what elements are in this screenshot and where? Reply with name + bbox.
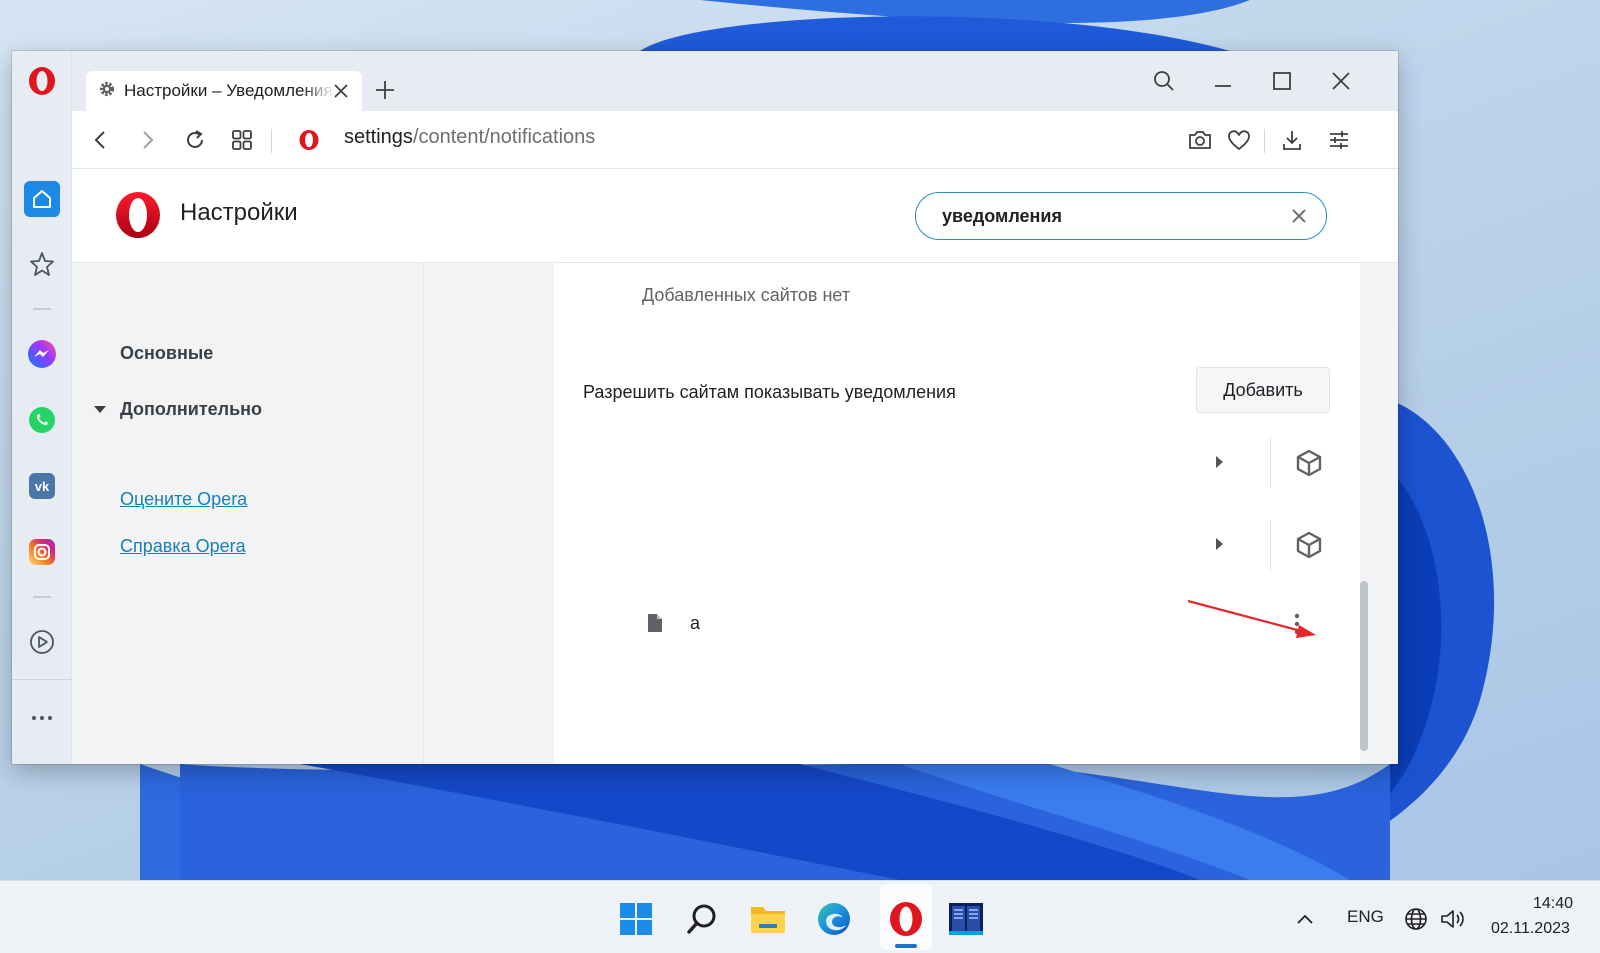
row-separator	[1270, 520, 1271, 570]
expand-arrow-icon[interactable]	[1216, 456, 1223, 468]
settings-header: Настройки	[72, 169, 1398, 263]
easy-setup-icon[interactable]	[1324, 125, 1354, 155]
triangle-down-icon	[94, 406, 106, 413]
sidebar-separator	[33, 596, 51, 598]
extension-cube-icon	[1294, 530, 1324, 565]
close-tab-icon[interactable]	[330, 80, 352, 102]
nav-item-advanced-label: Дополнительно	[120, 399, 263, 419]
language-indicator[interactable]: ENG	[1347, 907, 1384, 927]
search-icon[interactable]	[680, 897, 724, 941]
active-app-indicator	[895, 944, 917, 948]
opera-logo-icon	[114, 191, 162, 244]
opera-help-link[interactable]: Справка Opera	[120, 536, 246, 557]
url-host: settings	[344, 126, 413, 148]
minimize-button[interactable]	[1206, 65, 1240, 97]
camera-icon[interactable]	[1185, 125, 1215, 155]
settings-nav: Основные Дополнительно Оцените Opera Спр…	[72, 263, 424, 764]
windows-start-icon[interactable]	[614, 897, 658, 941]
gear-icon	[98, 80, 116, 103]
network-globe-icon[interactable]	[1401, 897, 1431, 941]
opera-site-icon[interactable]	[294, 125, 324, 155]
terminal-app-icon[interactable]	[944, 897, 988, 941]
page-title: Настройки	[180, 199, 298, 226]
url-field[interactable]: settings/content/notifications	[344, 126, 595, 149]
volume-icon[interactable]	[1437, 897, 1469, 941]
home-icon[interactable]	[12, 179, 72, 219]
notifications-content: Добавленных сайтов нет Разрешить сайтам …	[554, 263, 1360, 764]
rate-opera-link[interactable]: Оцените Opera	[120, 489, 247, 510]
opera-icon[interactable]	[884, 897, 928, 941]
more-icon[interactable]	[12, 703, 72, 733]
clear-search-icon[interactable]	[1288, 205, 1310, 227]
player-icon[interactable]	[12, 625, 72, 659]
sidebar-separator	[33, 308, 51, 310]
sidebar-divider	[12, 679, 72, 680]
address-bar: settings/content/notifications	[72, 111, 1398, 169]
extension-row[interactable]	[554, 515, 1360, 575]
opera-logo-icon[interactable]	[12, 63, 72, 99]
instagram-icon[interactable]	[12, 535, 72, 569]
site-name: a	[690, 613, 701, 633]
allow-notifications-label: Разрешить сайтам показывать уведомления	[583, 382, 956, 402]
vk-icon[interactable]: vk	[12, 469, 72, 503]
tabs-grid-icon[interactable]	[227, 125, 257, 155]
heart-icon[interactable]	[1224, 125, 1254, 155]
title-bar: Настройки – Уведомления	[72, 51, 1398, 111]
clock-time[interactable]: 14:40	[1533, 895, 1573, 913]
edge-icon[interactable]	[812, 897, 856, 941]
close-window-button[interactable]	[1324, 65, 1358, 97]
extension-cube-icon	[1294, 448, 1324, 483]
reload-button[interactable]	[180, 125, 210, 155]
chevron-up-icon[interactable]	[1290, 897, 1320, 941]
search-input[interactable]	[942, 205, 1262, 227]
nav-item-advanced[interactable]: Дополнительно	[94, 399, 262, 420]
toolbar-separator	[1264, 129, 1265, 153]
expand-arrow-icon[interactable]	[1216, 538, 1223, 550]
content-gutter	[424, 263, 554, 764]
more-actions-icon[interactable]	[1286, 611, 1308, 637]
extension-row[interactable]	[554, 433, 1360, 493]
taskbar: ENG 14:40 02.11.2023	[0, 880, 1600, 953]
browser-window: vk Настройки – Уведомления settings/cont…	[12, 51, 1398, 764]
download-icon[interactable]	[1277, 125, 1307, 155]
bookmarks-icon[interactable]	[12, 247, 72, 281]
file-explorer-icon[interactable]	[746, 897, 790, 941]
whatsapp-icon[interactable]	[12, 403, 72, 437]
tab-settings[interactable]: Настройки – Уведомления	[86, 71, 362, 111]
tab-title: Настройки – Уведомления	[124, 81, 333, 100]
svg-text:vk: vk	[35, 479, 50, 494]
opera-sidebar: vk	[12, 51, 72, 764]
nav-item-basic[interactable]: Основные	[120, 343, 213, 364]
back-button[interactable]	[86, 125, 116, 155]
site-row: a	[554, 603, 1360, 643]
messenger-icon[interactable]	[12, 337, 72, 371]
row-separator	[1270, 438, 1271, 488]
clock-date[interactable]: 02.11.2023	[1491, 920, 1570, 938]
new-tab-button[interactable]	[372, 77, 398, 103]
url-path: /content/notifications	[412, 126, 596, 148]
no-sites-text: Добавленных сайтов нет	[642, 285, 851, 305]
file-icon	[646, 613, 664, 638]
forward-button[interactable]	[132, 125, 162, 155]
scrollbar-thumb[interactable]	[1360, 581, 1368, 751]
tab-search-icon[interactable]	[1147, 65, 1181, 97]
maximize-button[interactable]	[1265, 65, 1299, 97]
address-separator	[271, 129, 272, 153]
scrollbar[interactable]	[1360, 263, 1398, 764]
settings-search	[915, 192, 1327, 240]
add-button[interactable]: Добавить	[1196, 367, 1330, 413]
